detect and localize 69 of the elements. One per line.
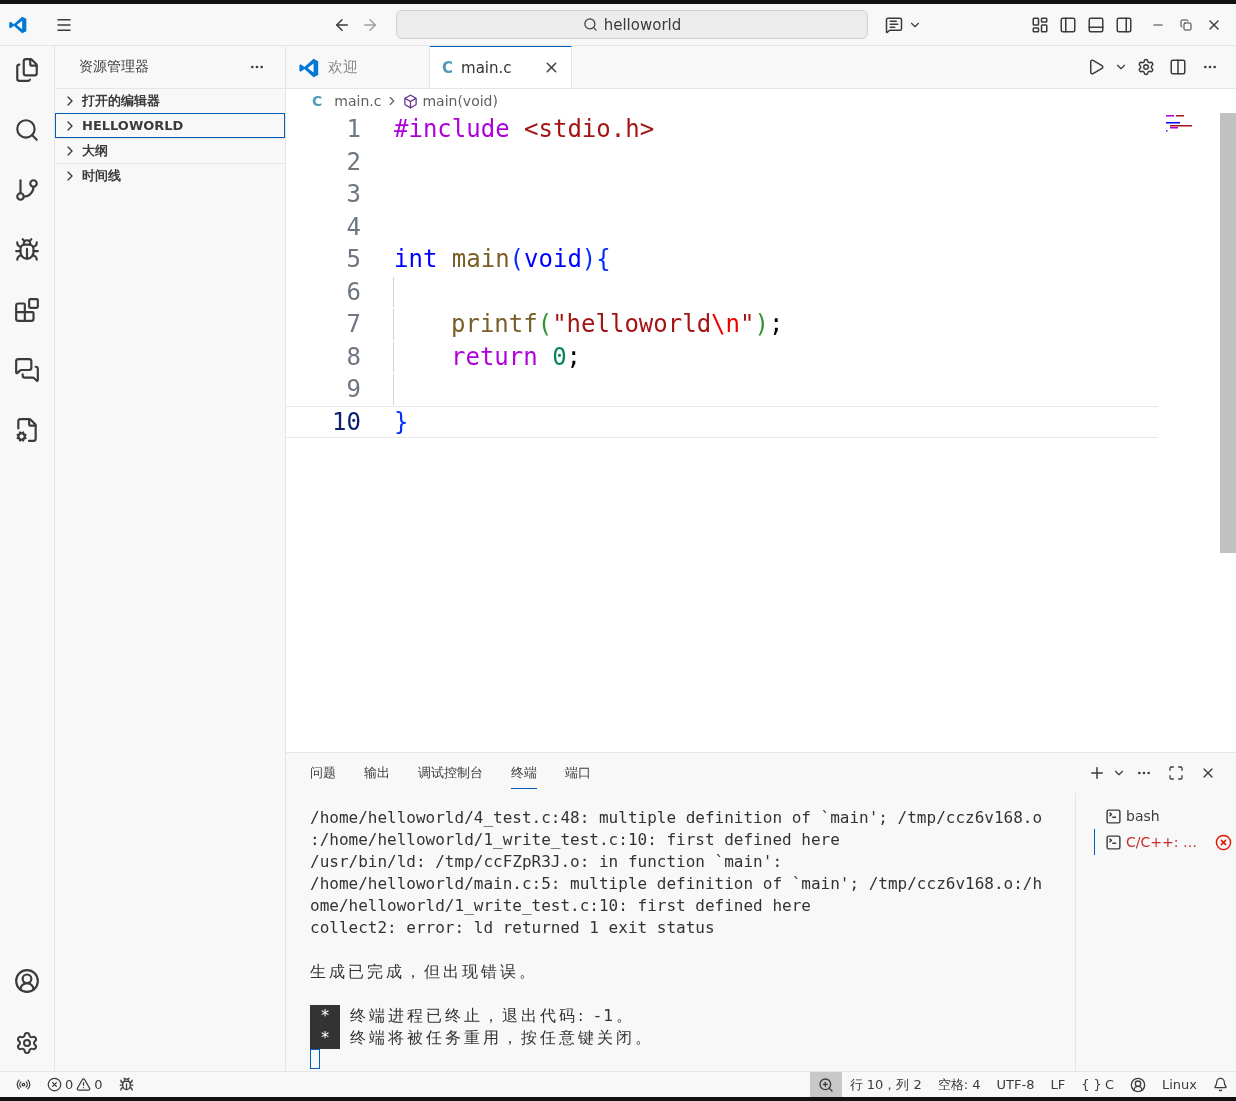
encoding-status[interactable]: UTF-8 <box>988 1072 1043 1097</box>
cube-icon <box>403 93 419 109</box>
line-number: 7 <box>345 310 361 339</box>
line-number: 9 <box>345 375 361 404</box>
code-line: } <box>393 406 409 437</box>
line-number: 3 <box>345 180 361 209</box>
error-icon <box>47 1077 62 1092</box>
c-file-icon: C <box>312 93 323 109</box>
command-search-field[interactable]: helloworld <box>396 10 868 39</box>
terminal-line: 生成已完成，但出现错误。 <box>310 961 539 983</box>
panel-tab[interactable]: 终端 <box>511 757 537 789</box>
panel-tab[interactable]: 输出 <box>364 757 390 789</box>
terminal-item[interactable]: C/C++: … <box>1094 829 1236 855</box>
account-icon[interactable] <box>13 967 41 995</box>
breadcrumb-item[interactable]: main(void) <box>422 93 498 109</box>
warning-icon <box>76 1077 92 1092</box>
code-line: printf("helloworld\n"); <box>393 309 784 340</box>
terminal-line: /usr/bin/ld: /tmp/ccFZpR3J.o: in function `main': <box>310 851 783 873</box>
terminal-line: :/home/helloworld/1_write_test.c:10: first defined here <box>310 829 841 851</box>
terminal-icon <box>1105 833 1122 851</box>
panel-tab[interactable]: 调试控制台 <box>418 757 483 789</box>
terminal-cursor <box>310 1049 320 1069</box>
indent-status[interactable]: 空格: 4 <box>929 1072 989 1097</box>
line-number: 6 <box>345 277 361 306</box>
sidebar-section[interactable]: 打开的编辑器 <box>55 88 285 113</box>
terminal-line: 终端进程已终止，退出代码: -1。 <box>350 1005 636 1027</box>
c-file-icon: C <box>442 58 453 77</box>
line-number: 4 <box>345 212 361 241</box>
code-line: return 0; <box>393 341 582 372</box>
terminal-item[interactable]: bash <box>1094 803 1236 829</box>
line-number: 2 <box>345 147 361 176</box>
terminal-line: /home/helloworld/main.c:5: multiple definition of `main'; /tmp/ccz6v168.o:/h <box>310 873 1044 895</box>
minimap-drawing <box>1166 115 1194 135</box>
source-control-icon[interactable] <box>13 176 41 204</box>
error-icon <box>1215 833 1232 851</box>
chat-icon[interactable] <box>13 356 41 384</box>
cursor-position-status[interactable]: 行 10，列 2 <box>841 1072 930 1097</box>
search-icon <box>582 17 598 32</box>
search-icon[interactable] <box>13 116 41 144</box>
problems-status[interactable]: 0 0 <box>39 1072 111 1097</box>
sidebar-title: 资源管理器 <box>79 58 149 76</box>
terminal-line: collect2: error: ld returned 1 exit status <box>310 917 716 939</box>
language-status[interactable]: { } C <box>1073 1072 1122 1097</box>
editor-tab[interactable]: C main.c <box>430 46 572 88</box>
line-number: 10 <box>331 407 361 436</box>
terminal-line: 终端将被任务重用，按任意键关闭。 <box>350 1027 654 1049</box>
marker-badge: * <box>310 1005 340 1027</box>
files-icon[interactable] <box>13 56 41 84</box>
eol-status[interactable]: LF <box>1042 1072 1074 1097</box>
sidebar-section[interactable]: HELLOWORLD <box>55 113 285 138</box>
sidebar-section[interactable]: 时间线 <box>55 163 285 188</box>
terminal-icon <box>1105 807 1122 825</box>
extensions-icon[interactable] <box>13 296 41 324</box>
vscode-logo-icon <box>298 56 320 79</box>
scrollbar-thumb[interactable] <box>1220 113 1236 553</box>
line-number: 5 <box>345 245 361 274</box>
breadcrumb-item[interactable]: main.c <box>334 93 382 109</box>
line-number: 8 <box>345 342 361 371</box>
terminal-line: ome/helloworld/1_write_test.c:10: first defined here <box>310 895 812 917</box>
zoom-icon[interactable] <box>809 1072 842 1097</box>
platform-status[interactable]: Linux <box>1153 1072 1205 1097</box>
sidebar-section[interactable]: 大纲 <box>55 138 285 163</box>
panel-tab[interactable]: 端口 <box>565 757 591 789</box>
terminal-line: /home/helloworld/4_test.c:48: multiple definition of `main'; /tmp/ccz6v168.o <box>310 807 1044 829</box>
code-line: #include <stdio.h> <box>393 114 655 145</box>
panel-tab[interactable]: 问题 <box>310 757 336 789</box>
marker-badge: * <box>310 1027 340 1049</box>
code-line: int main(void){ <box>393 244 611 275</box>
line-number: 1 <box>345 115 361 144</box>
